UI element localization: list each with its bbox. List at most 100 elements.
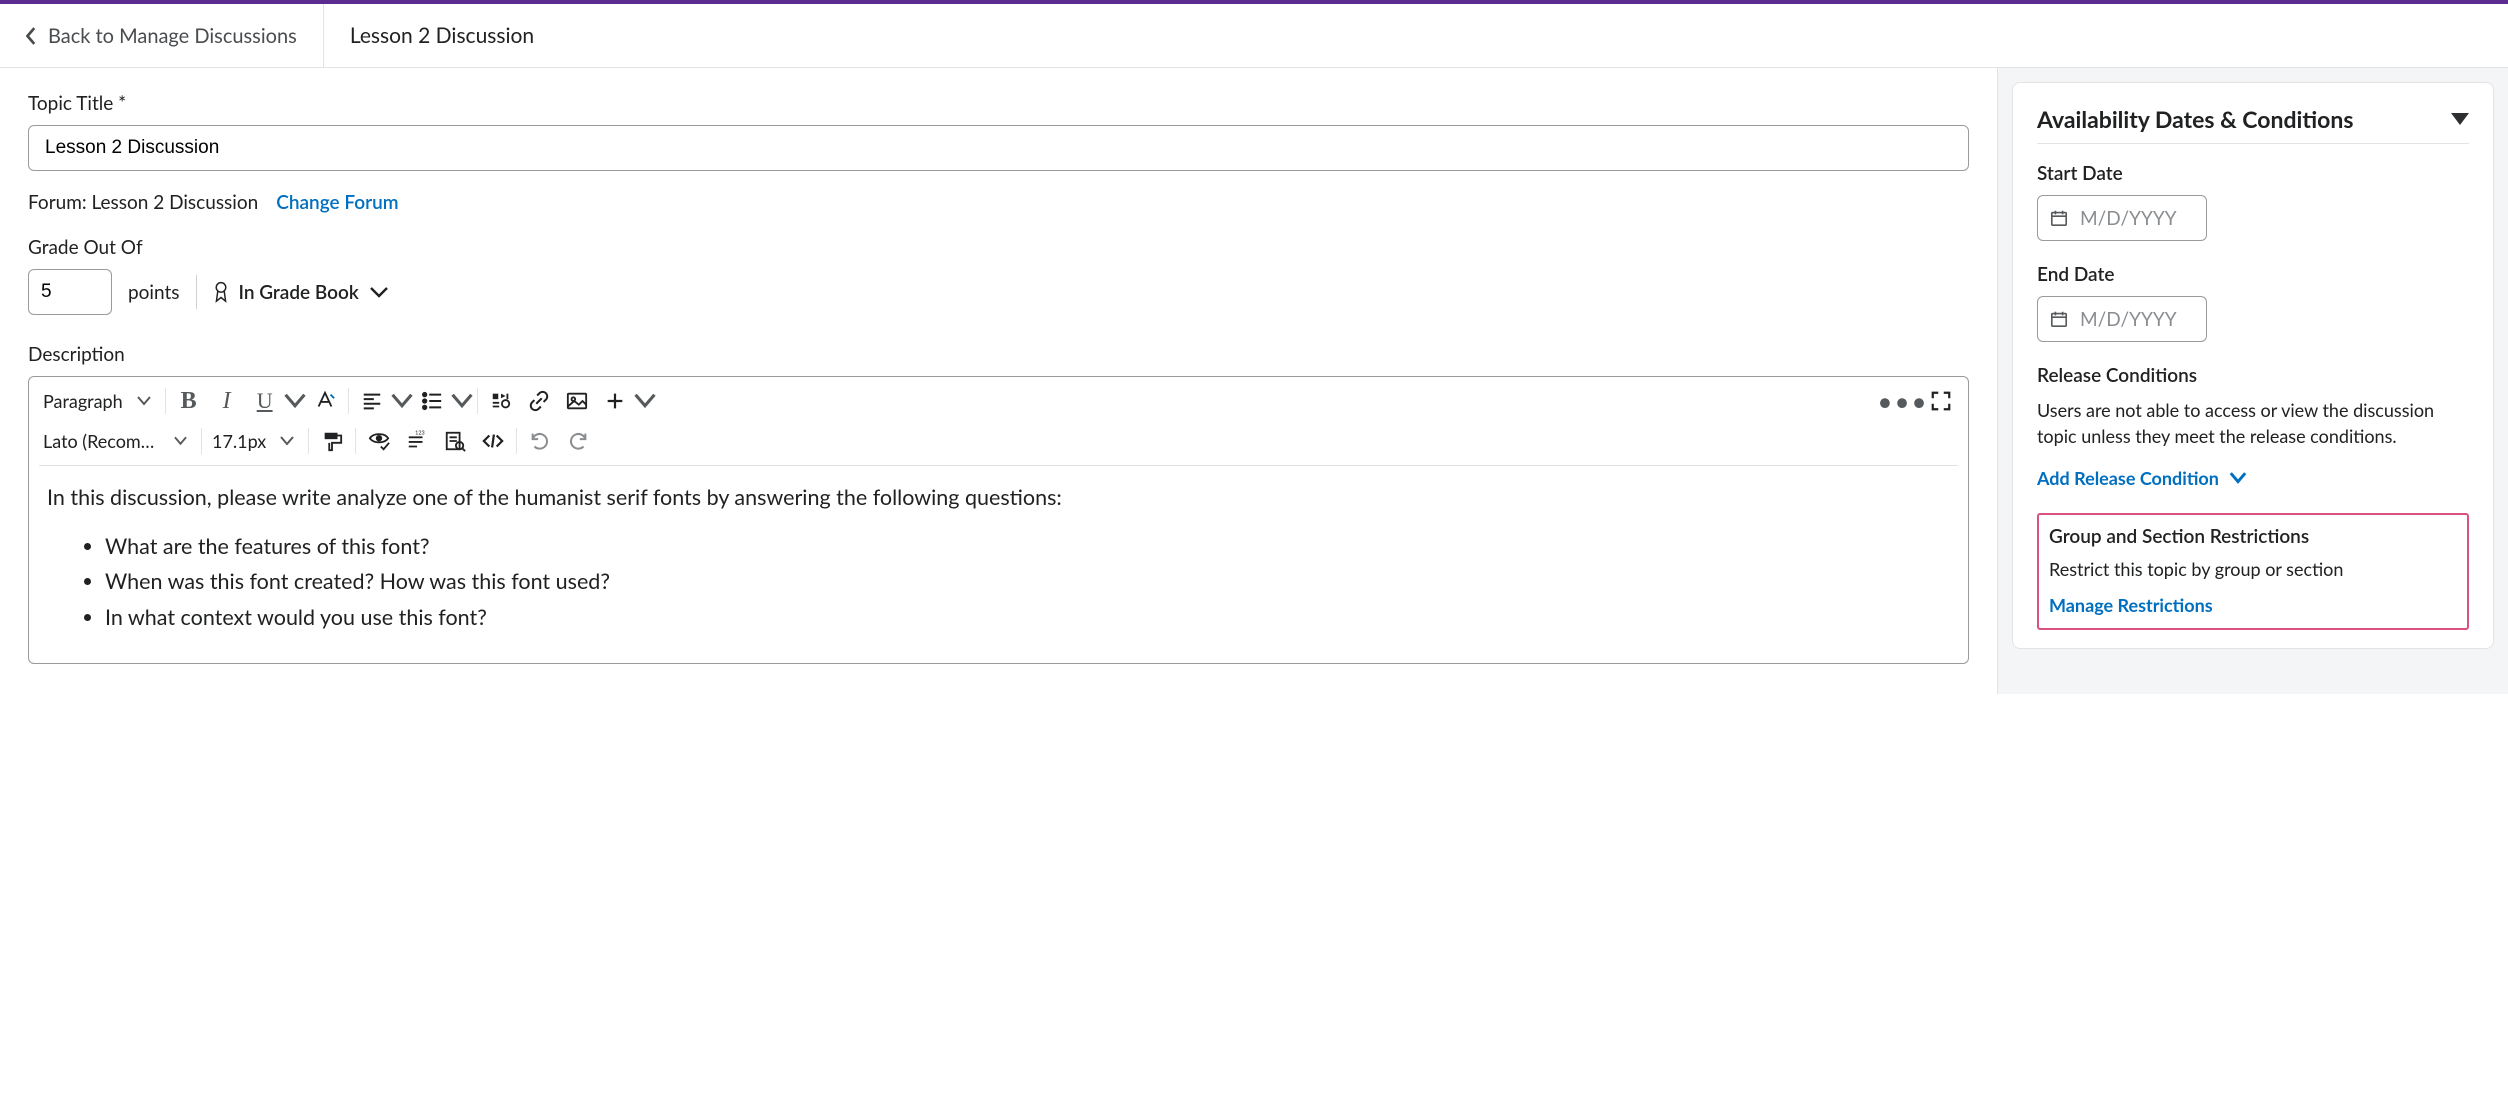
add-release-condition-link[interactable]: Add Release Condition xyxy=(2037,467,2469,489)
insert-link-button[interactable] xyxy=(520,381,558,421)
fullscreen-icon xyxy=(1930,390,1952,412)
availability-title: Availability Dates & Conditions xyxy=(2037,105,2353,133)
accessibility-checker-button[interactable] xyxy=(360,421,398,461)
rich-text-editor: Paragraph B I U xyxy=(28,376,1969,664)
chevron-down-icon xyxy=(391,390,413,412)
font-family-label: Lato (Recomm… xyxy=(43,430,160,452)
italic-button[interactable]: I xyxy=(208,381,246,421)
search-doc-icon xyxy=(444,430,466,452)
chevron-down-icon xyxy=(2229,472,2247,484)
list-options[interactable] xyxy=(451,381,473,421)
description-label: Description xyxy=(28,343,1969,366)
align-options[interactable] xyxy=(391,381,413,421)
plus-icon xyxy=(604,390,626,412)
start-date-placeholder: M/D/YYYY xyxy=(2080,207,2177,230)
eye-check-icon xyxy=(368,430,390,452)
block-format-label: Paragraph xyxy=(43,390,123,412)
start-date-input[interactable]: M/D/YYYY xyxy=(2037,195,2207,241)
back-link-label: Back to Manage Discussions xyxy=(48,24,297,48)
underline-button[interactable]: U xyxy=(246,381,284,421)
list-button[interactable] xyxy=(413,381,451,421)
change-forum-link[interactable]: Change Forum xyxy=(276,191,398,214)
font-size-select[interactable]: 17.1px xyxy=(206,421,304,461)
ellipsis-icon: ••• xyxy=(1877,385,1928,417)
chevron-down-icon xyxy=(284,390,306,412)
points-label: points xyxy=(128,281,180,304)
block-format-select[interactable]: Paragraph xyxy=(37,381,161,421)
chevron-down-icon xyxy=(369,286,389,298)
undo-icon xyxy=(529,430,551,452)
format-painter-icon xyxy=(321,430,343,452)
release-conditions-text: Users are not able to access or view the… xyxy=(2037,397,2469,449)
calendar-icon xyxy=(2050,310,2068,328)
in-gradebook-label: In Grade Book xyxy=(239,281,359,304)
editor-intro-text: In this discussion, please write analyze… xyxy=(47,482,1950,513)
word-count-icon: 123 xyxy=(406,430,428,452)
manage-restrictions-label: Manage Restrictions xyxy=(2049,594,2213,616)
start-date-label: Start Date xyxy=(2037,162,2469,185)
preview-button[interactable] xyxy=(436,421,474,461)
font-family-select[interactable]: Lato (Recomm… xyxy=(37,421,197,461)
source-code-button[interactable] xyxy=(474,421,512,461)
editor-bullet: When was this font created? How was this… xyxy=(105,566,1950,597)
main-column: Topic Title * Forum: Lesson 2 Discussion… xyxy=(0,68,1998,694)
manage-restrictions-link[interactable]: Manage Restrictions xyxy=(2049,594,2457,616)
group-restrictions-box: Group and Section Restrictions Restrict … xyxy=(2037,513,2469,630)
end-date-label: End Date xyxy=(2037,263,2469,286)
page-title: Lesson 2 Discussion xyxy=(324,4,560,67)
chevron-down-icon xyxy=(634,390,656,412)
insert-options[interactable] xyxy=(634,381,656,421)
chevron-down-icon xyxy=(280,436,294,446)
release-conditions-title: Release Conditions xyxy=(2037,364,2469,387)
insert-stuff-icon xyxy=(490,390,512,412)
editor-content[interactable]: In this discussion, please write analyze… xyxy=(29,466,1968,663)
chevron-down-icon xyxy=(137,396,151,406)
editor-toolbar: Paragraph B I U xyxy=(29,377,1968,461)
format-painter-button[interactable] xyxy=(313,421,351,461)
ribbon-icon xyxy=(213,281,229,303)
back-link[interactable]: Back to Manage Discussions xyxy=(0,4,324,67)
divider xyxy=(196,275,197,309)
forum-label: Forum: Lesson 2 Discussion xyxy=(28,191,258,214)
more-actions-button[interactable]: ••• xyxy=(1884,381,1922,421)
chevron-left-icon xyxy=(26,27,38,45)
collapse-icon[interactable] xyxy=(2451,113,2469,125)
topic-title-label: Topic Title * xyxy=(28,92,1969,115)
word-count-button[interactable]: 123 xyxy=(398,421,436,461)
end-date-placeholder: M/D/YYYY xyxy=(2080,308,2177,331)
editor-bullet: What are the features of this font? xyxy=(105,531,1950,562)
bullet-list-icon xyxy=(421,390,443,412)
side-panel: Availability Dates & Conditions Start Da… xyxy=(1998,68,2508,694)
align-button[interactable] xyxy=(353,381,391,421)
topic-title-input[interactable] xyxy=(28,125,1969,171)
calendar-icon xyxy=(2050,209,2068,227)
image-icon xyxy=(566,390,588,412)
undo-button[interactable] xyxy=(521,421,559,461)
text-color-icon xyxy=(314,390,336,412)
end-date-input[interactable]: M/D/YYYY xyxy=(2037,296,2207,342)
text-color-button[interactable] xyxy=(306,381,344,421)
in-gradebook-dropdown[interactable]: In Grade Book xyxy=(213,281,389,304)
chevron-down-icon xyxy=(451,390,473,412)
grade-points-input[interactable] xyxy=(28,269,112,315)
font-size-label: 17.1px xyxy=(212,430,266,452)
code-icon xyxy=(482,430,504,452)
redo-button[interactable] xyxy=(559,421,597,461)
insert-plus-button[interactable] xyxy=(596,381,634,421)
grade-label: Grade Out Of xyxy=(28,236,1969,259)
redo-icon xyxy=(567,430,589,452)
group-restrictions-text: Restrict this topic by group or section xyxy=(2049,556,2457,582)
add-release-label: Add Release Condition xyxy=(2037,467,2219,489)
insert-image-button[interactable] xyxy=(558,381,596,421)
top-bar: Back to Manage Discussions Lesson 2 Disc… xyxy=(0,4,2508,68)
underline-options[interactable] xyxy=(284,381,306,421)
svg-text:123: 123 xyxy=(415,431,425,437)
insert-stuff-button[interactable] xyxy=(482,381,520,421)
group-restrictions-title: Group and Section Restrictions xyxy=(2049,525,2457,548)
align-left-icon xyxy=(361,390,383,412)
bold-button[interactable]: B xyxy=(170,381,208,421)
availability-card: Availability Dates & Conditions Start Da… xyxy=(2012,82,2494,649)
chevron-down-icon xyxy=(174,436,187,446)
fullscreen-button[interactable] xyxy=(1922,381,1960,421)
link-icon xyxy=(528,390,550,412)
